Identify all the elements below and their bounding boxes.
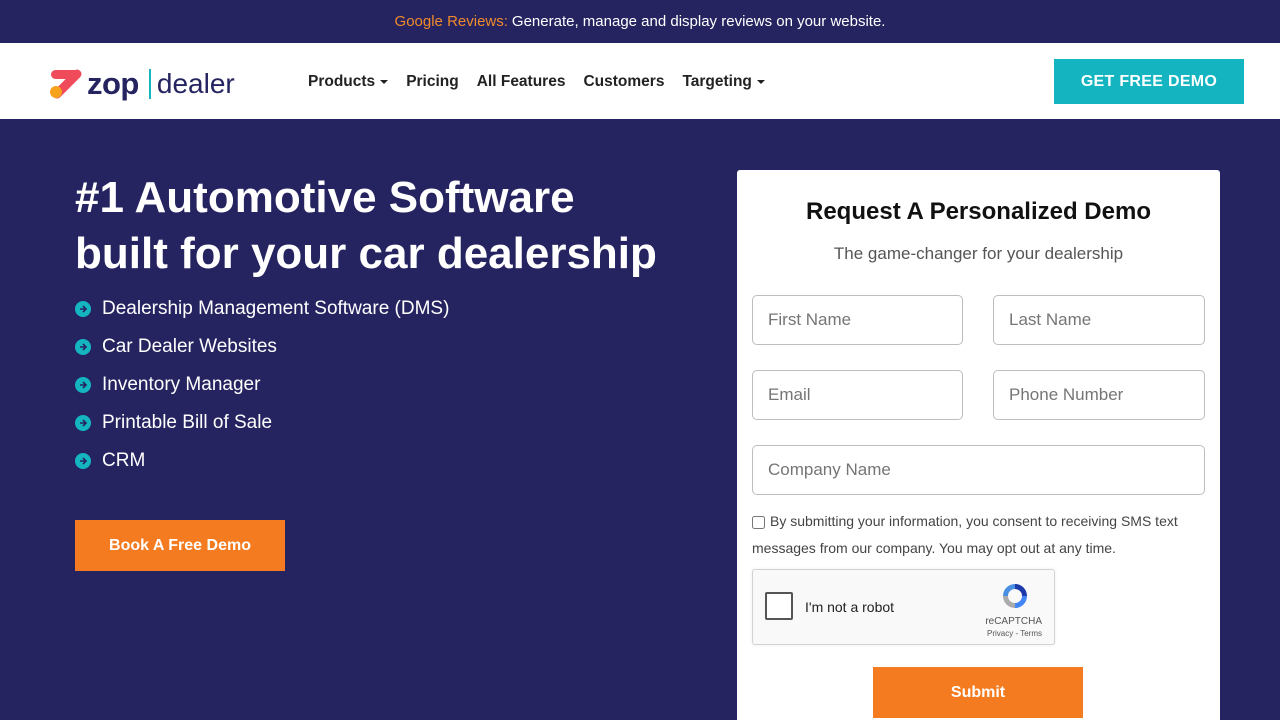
feature-item: Printable Bill of Sale [75, 404, 449, 442]
recaptcha-label: I'm not a robot [805, 599, 895, 615]
nav-item-label: All Features [476, 73, 566, 90]
arrow-right-icon [75, 339, 91, 355]
caret-down-icon [756, 80, 765, 84]
feature-label: Inventory Manager [102, 374, 261, 395]
main-navbar: zop dealer Products Pricing All Features… [0, 43, 1280, 119]
feature-label: CRM [102, 450, 146, 471]
recaptcha-brand: reCAPTCHA [985, 616, 1042, 627]
form-title: Request A Personalized Demo [806, 198, 1151, 225]
nav-item-all-features[interactable]: All Features [477, 73, 566, 91]
submit-button[interactable]: Submit [873, 667, 1083, 718]
company-name-input[interactable] [752, 445, 1205, 495]
caret-down-icon [380, 80, 389, 84]
book-free-demo-button[interactable]: Book A Free Demo [75, 520, 285, 571]
arrow-right-icon [75, 377, 91, 393]
get-free-demo-button[interactable]: GET FREE DEMO [1054, 59, 1244, 104]
feature-item: CRM [75, 442, 449, 480]
phone-input[interactable] [993, 370, 1205, 420]
hero-title-line1: #1 Automotive Software [75, 173, 575, 222]
recaptcha-terms[interactable]: Privacy - Terms [987, 629, 1042, 638]
nav-item-label: Pricing [406, 73, 459, 90]
sms-consent: By submitting your information, you cons… [752, 508, 1207, 562]
feature-label: Car Dealer Websites [102, 336, 277, 357]
recaptcha-icon [1003, 584, 1027, 608]
arrow-right-icon [75, 415, 91, 431]
logo-word: zop [87, 66, 139, 101]
announcement-bar: Google Reviews: Generate, manage and dis… [0, 0, 1280, 43]
form-subtitle: The game-changer for your dealership [833, 244, 1124, 263]
feature-list: Dealership Management Software (DMS) Car… [75, 290, 449, 480]
nav-menu: Products Pricing All Features Customers … [308, 73, 783, 91]
feature-label: Printable Bill of Sale [102, 412, 273, 433]
sms-consent-text: By submitting your information, you cons… [752, 513, 1178, 556]
last-name-input[interactable] [993, 295, 1205, 345]
feature-label: Dealership Management Software (DMS) [102, 298, 450, 319]
nav-item-targeting[interactable]: Targeting [682, 73, 765, 91]
hero-title: #1 Automotive Software built for your ca… [75, 170, 735, 282]
nav-item-label: Customers [583, 73, 665, 90]
recaptcha-checkbox[interactable] [765, 592, 793, 620]
logo-product: dealer [156, 68, 235, 99]
nav-item-label: Targeting [682, 73, 752, 90]
feature-item: Inventory Manager [75, 366, 449, 404]
arrow-right-icon [75, 301, 91, 317]
announcement-text: Generate, manage and display reviews on … [511, 13, 886, 30]
sms-consent-checkbox[interactable] [752, 515, 765, 529]
nav-item-customers[interactable]: Customers [583, 73, 664, 91]
hero-title-line2: built for your car dealership [75, 229, 657, 278]
nav-item-label: Products [308, 73, 376, 90]
feature-item: Dealership Management Software (DMS) [75, 290, 449, 328]
zop-mark-icon [50, 69, 82, 99]
logo-divider [148, 69, 151, 99]
feature-item: Car Dealer Websites [75, 328, 449, 366]
first-name-input[interactable] [752, 295, 963, 345]
announcement-highlight[interactable]: Google Reviews: [395, 13, 508, 30]
zopdealer-logo[interactable]: zop dealer [49, 66, 235, 101]
recaptcha-widget: I'm not a robot reCAPTCHA Privacy - Term… [752, 569, 1055, 645]
arrow-right-icon [75, 453, 91, 469]
email-input[interactable] [752, 370, 963, 420]
nav-item-products[interactable]: Products [308, 73, 389, 91]
nav-item-pricing[interactable]: Pricing [406, 73, 459, 91]
demo-request-form: Request A Personalized Demo The game-cha… [737, 170, 1220, 720]
